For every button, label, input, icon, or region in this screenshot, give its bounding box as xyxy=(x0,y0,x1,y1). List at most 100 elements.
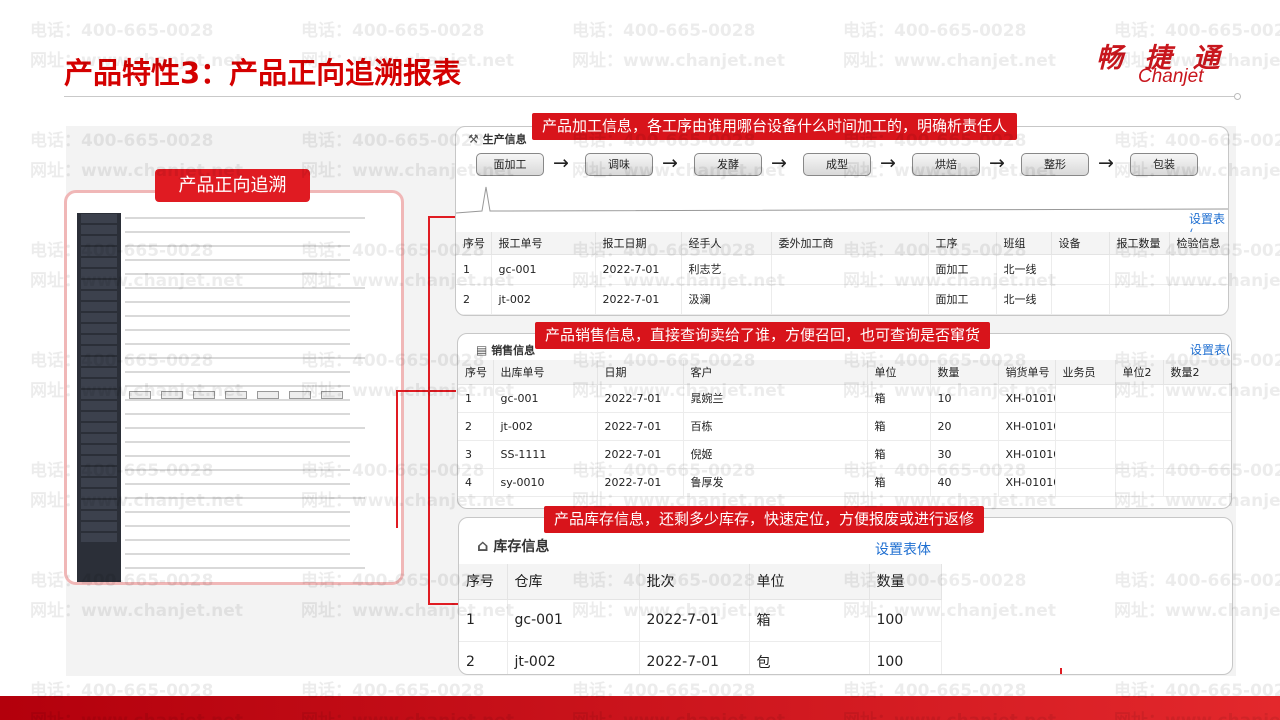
table-cell: XH-01010 xyxy=(998,440,1056,469)
table-cell xyxy=(1055,440,1116,469)
table-cell: jt-002 xyxy=(507,641,640,674)
table-cell: 百栋 xyxy=(683,412,868,441)
table-cell: 2022-7-01 xyxy=(597,412,684,441)
watermark-phone: 电话：400-665-0028 xyxy=(843,21,1027,41)
table-cell: 20 xyxy=(930,412,999,441)
receipt-icon: ▤ xyxy=(476,343,488,357)
table-cell: sy-0010 xyxy=(493,468,598,497)
connector-line xyxy=(396,390,398,528)
table-cell: XH-01010 xyxy=(998,412,1056,441)
thumbnail-sidebar-item xyxy=(81,346,117,355)
arrow-right-icon: → xyxy=(771,152,787,174)
column-header: 数量2 xyxy=(1163,360,1231,385)
thumbnail-row xyxy=(125,497,365,499)
column-header: 单位2 xyxy=(1115,360,1164,385)
table-row[interactable]: 2 jt-002 2022-7-01 百栋箱 20 XH-01010 xyxy=(458,412,1231,441)
thumbnail-sidebar-item xyxy=(81,291,117,300)
table-row[interactable]: 1 gc-001 2022-7-01 利志艺 面加工 北一线 xyxy=(456,254,1228,285)
table-row[interactable]: 2 jt-002 2022-7-01 汲澜 面加工 北一线 xyxy=(456,284,1228,315)
process-step[interactable]: 包装 xyxy=(1130,153,1198,176)
table-cell xyxy=(1163,468,1231,497)
table-cell: 倪姬 xyxy=(683,440,868,469)
table-row[interactable]: 4 sy-0010 2022-7-01 鲁厚发箱 40 XH-01010 xyxy=(458,468,1231,497)
table-cell xyxy=(1109,284,1170,315)
process-step[interactable]: 烘焙 xyxy=(912,153,980,176)
process-step[interactable]: 调味 xyxy=(585,153,653,176)
thumbnail-sidebar-item xyxy=(81,258,117,267)
table-cell: gc-001 xyxy=(507,599,640,642)
warehouse-icon: ⌂ xyxy=(477,536,489,555)
table-cell: 2022-7-01 xyxy=(639,599,750,642)
trace-report-thumbnail[interactable] xyxy=(64,190,404,585)
thumbnail-sidebar-item xyxy=(81,214,117,223)
table-cell: 2022-7-01 xyxy=(595,254,682,285)
table-cell: 40 xyxy=(930,468,999,497)
column-header: 经手人 xyxy=(681,232,772,255)
connector-line xyxy=(396,390,456,392)
thumbnail-row xyxy=(125,245,350,247)
thumbnail-sidebar-item xyxy=(81,500,117,509)
thumbnail-sidebar-item xyxy=(81,269,117,278)
thumbnail-step xyxy=(129,391,151,399)
production-callout: 产品加工信息，各工序由谁用哪台设备什么时间加工的，明确析责任人 xyxy=(532,113,1018,140)
table-row[interactable]: 2 jt-002 2022-7-01 包 100 xyxy=(459,641,942,674)
thumbnail-sidebar-item xyxy=(81,313,117,322)
thumbnail-row xyxy=(125,343,350,345)
table-row[interactable]: 1 gc-001 2022-7-01 箱 100 xyxy=(459,599,942,642)
column-header: 业务员 xyxy=(1055,360,1116,385)
inventory-settings-link[interactable]: 设置表体 xyxy=(875,539,931,559)
arrow-right-icon: → xyxy=(662,152,678,174)
connector-line xyxy=(428,216,430,605)
column-header: 序号 xyxy=(459,564,508,600)
thumbnail-row xyxy=(125,231,350,233)
watermark-phone: 电话：400-665-0028 xyxy=(30,21,214,41)
table-cell: 2 xyxy=(459,641,508,674)
process-step[interactable]: 整形 xyxy=(1021,153,1089,176)
thumbnail-step xyxy=(225,391,247,399)
table-cell: 1 xyxy=(458,384,494,413)
table-cell: jt-002 xyxy=(493,412,598,441)
thumbnail-label: 产品正向追溯 xyxy=(155,169,310,202)
table-header-row: 序号 出库单号 日期 客户 单位 数量 销货单号 业务员 单位2 数量2 xyxy=(458,360,1231,385)
table-cell: 2022-7-01 xyxy=(595,284,682,315)
thumbnail-sidebar-item xyxy=(81,335,117,344)
thumbnail-sidebar-item xyxy=(81,434,117,443)
table-row[interactable]: 1 gc-001 2022-7-01 晁婉兰箱 10 XH-01010 xyxy=(458,384,1231,413)
thumbnail-row xyxy=(125,483,350,485)
table-cell: 箱 xyxy=(867,440,931,469)
table-cell xyxy=(1163,440,1231,469)
table-row[interactable]: 3 SS-1111 2022-7-01 倪姬箱 30 XH-01010 xyxy=(458,440,1231,469)
title-divider xyxy=(64,96,1234,97)
table-cell: 晁婉兰 xyxy=(683,384,868,413)
production-table: 序号 报工单号 报工日期 经手人 委外加工商 工序 班组 设备 报工数量 检验信息 1 gc-001… xyxy=(456,232,1228,315)
table-cell: 2022-7-01 xyxy=(639,641,750,674)
table-cell: 面加工 xyxy=(928,254,997,285)
process-step[interactable]: 面加工 xyxy=(476,153,544,176)
table-cell xyxy=(771,254,929,285)
table-cell: jt-002 xyxy=(491,284,596,315)
sales-table: 序号 出库单号 日期 客户 单位 数量 销货单号 业务员 单位2 数量2 1 gc-001 2022-… xyxy=(458,360,1231,497)
thumbnail-row xyxy=(125,259,350,261)
table-cell xyxy=(1115,440,1164,469)
column-header: 工序 xyxy=(928,232,997,255)
production-title: 生产信息 xyxy=(482,133,527,146)
thumbnail-row xyxy=(125,511,350,513)
table-cell: 100 xyxy=(869,641,942,674)
inventory-table: 序号 仓库 批次 单位 数量 1 gc-001 2022-7-01 箱 100 2 jt-002 20… xyxy=(459,564,942,674)
column-header: 序号 xyxy=(458,360,494,385)
column-header: 报工日期 xyxy=(595,232,682,255)
column-header: 检验信息 xyxy=(1169,232,1228,255)
thumbnail-sidebar-item xyxy=(81,511,117,520)
thumbnail-row xyxy=(125,357,365,359)
column-header: 班组 xyxy=(996,232,1052,255)
thumbnail-sidebar-item xyxy=(81,280,117,289)
process-step[interactable]: 成型 xyxy=(803,153,871,176)
process-step[interactable]: 发酵 xyxy=(694,153,762,176)
table-cell: XH-01010 xyxy=(998,468,1056,497)
table-cell: 4 xyxy=(458,468,494,497)
sales-settings-link[interactable]: 设置表( xyxy=(1190,341,1231,358)
table-cell: 100 xyxy=(869,599,942,642)
thumbnail-row xyxy=(125,329,350,331)
thumbnail-row xyxy=(125,567,365,569)
thumbnail-sidebar-item xyxy=(81,401,117,410)
